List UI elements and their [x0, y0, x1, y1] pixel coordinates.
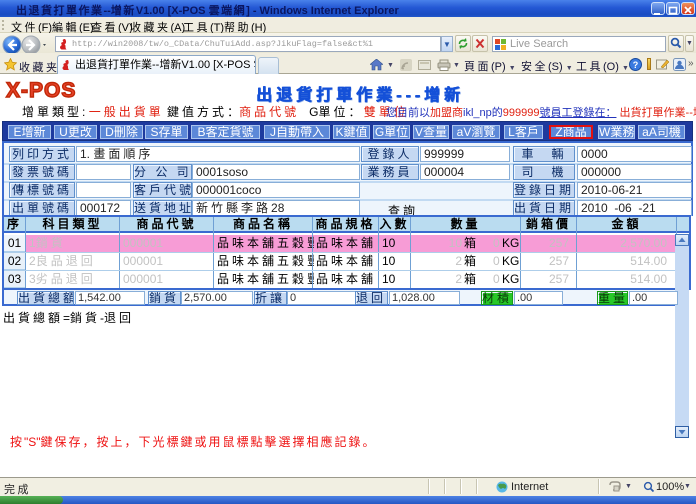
- svg-text:?: ?: [633, 60, 639, 70]
